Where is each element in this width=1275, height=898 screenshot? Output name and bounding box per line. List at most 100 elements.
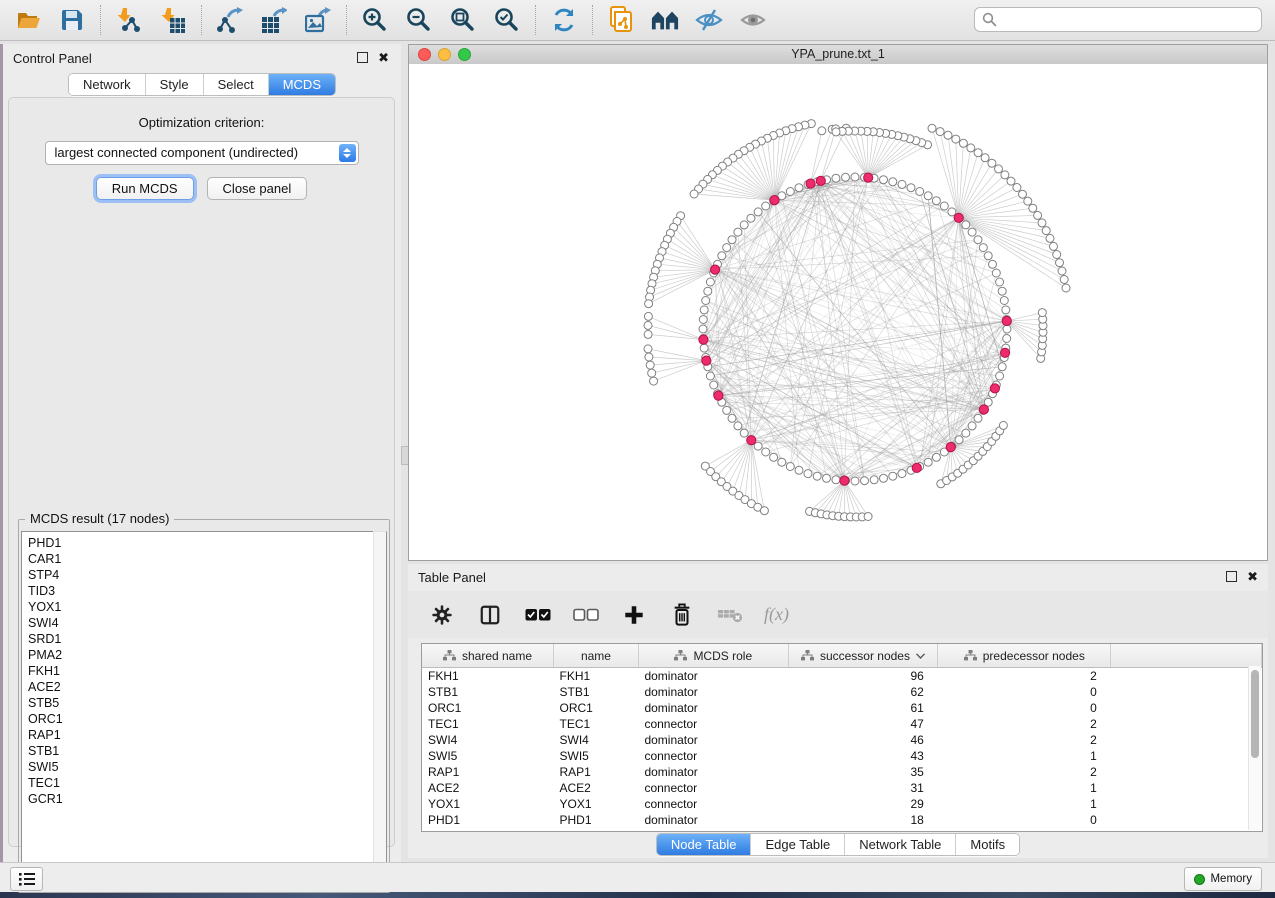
deselect-all-icon[interactable] xyxy=(572,601,600,629)
mcds-result-item[interactable]: STB1 xyxy=(22,743,386,759)
window-maximize-icon[interactable] xyxy=(458,48,471,61)
tab-network[interactable]: Network xyxy=(69,74,145,95)
first-neighbors-icon[interactable] xyxy=(651,6,679,34)
share-network-icon[interactable] xyxy=(607,6,635,34)
column-header-MCDS-role[interactable]: MCDS role xyxy=(638,644,788,668)
float-panel-icon[interactable] xyxy=(357,52,368,63)
mcds-list-scrollbar[interactable] xyxy=(373,531,387,890)
network-view-window: YPA_prune.txt_1 xyxy=(408,44,1268,561)
table-row[interactable]: RAP1RAP1dominator352 xyxy=(422,764,1262,780)
open-file-icon[interactable] xyxy=(14,6,42,34)
table-cell: YOX1 xyxy=(553,796,638,812)
mcds-result-list[interactable]: PHD1CAR1STP4TID3YOX1SWI4SRD1PMA2FKH1ACE2… xyxy=(21,531,387,890)
tab-motifs[interactable]: Motifs xyxy=(955,834,1019,855)
table-row[interactable]: TEC1TEC1connector472 xyxy=(422,716,1262,732)
mcds-result-item[interactable]: RAP1 xyxy=(22,727,386,743)
mcds-result-item[interactable]: STP4 xyxy=(22,567,386,583)
table-settings-gear-icon[interactable] xyxy=(428,601,456,629)
control-panel-tabs: NetworkStyleSelectMCDS xyxy=(68,73,336,96)
close-panel-icon[interactable]: ✖ xyxy=(378,52,389,63)
close-panel-icon[interactable]: ✖ xyxy=(1247,571,1258,582)
table-row[interactable]: ACE2ACE2connector311 xyxy=(422,780,1262,796)
mcds-result-item[interactable]: FKH1 xyxy=(22,663,386,679)
criterion-select[interactable]: largest connected component (undirected) xyxy=(45,141,359,165)
table-cell: SWI5 xyxy=(422,748,553,764)
run-mcds-button[interactable]: Run MCDS xyxy=(96,177,194,200)
float-panel-icon[interactable] xyxy=(1226,571,1237,582)
export-image-icon[interactable] xyxy=(304,6,332,34)
window-close-icon[interactable] xyxy=(418,48,431,61)
tab-node-table[interactable]: Node Table xyxy=(657,834,751,855)
window-minimize-icon[interactable] xyxy=(438,48,451,61)
tab-select[interactable]: Select xyxy=(203,74,268,95)
table-row[interactable]: SWI4SWI4dominator462 xyxy=(422,732,1262,748)
hide-graphics-details-icon[interactable] xyxy=(695,6,723,34)
zoom-in-icon[interactable] xyxy=(361,6,389,34)
search-input[interactable] xyxy=(1002,11,1261,28)
mcds-result-item[interactable]: SRD1 xyxy=(22,631,386,647)
tab-network-table[interactable]: Network Table xyxy=(844,834,955,855)
add-column-icon[interactable] xyxy=(620,601,648,629)
mcds-result-item[interactable]: ACE2 xyxy=(22,679,386,695)
show-graphics-details-icon[interactable] xyxy=(739,6,767,34)
close-panel-button[interactable]: Close panel xyxy=(207,177,308,200)
zoom-selected-icon[interactable] xyxy=(493,6,521,34)
mcds-result-item[interactable]: STB5 xyxy=(22,695,386,711)
table-row[interactable]: YOX1YOX1connector291 xyxy=(422,796,1262,812)
table-cell: STB1 xyxy=(553,684,638,700)
mcds-result-item[interactable]: SWI4 xyxy=(22,615,386,631)
mcds-result-item[interactable]: TEC1 xyxy=(22,775,386,791)
table-scrollbar[interactable] xyxy=(1248,666,1261,830)
table-cell: 18 xyxy=(788,812,938,828)
table-cell: ORC1 xyxy=(553,700,638,716)
table-row[interactable]: ORC1ORC1dominator610 xyxy=(422,700,1262,716)
table-row[interactable]: SWI5SWI5connector431 xyxy=(422,748,1262,764)
column-header-shared-name[interactable]: shared name xyxy=(422,644,553,668)
mcds-result-item[interactable]: PMA2 xyxy=(22,647,386,663)
log-console-button[interactable] xyxy=(10,867,43,891)
tab-edge-table[interactable]: Edge Table xyxy=(750,834,844,855)
export-table-icon[interactable] xyxy=(260,6,288,34)
mcds-result-item[interactable]: TID3 xyxy=(22,583,386,599)
mcds-result-item[interactable]: SWI5 xyxy=(22,759,386,775)
table-toolbar: f(x) xyxy=(408,591,1268,638)
mcds-result-item[interactable]: YOX1 xyxy=(22,599,386,615)
column-header-empty xyxy=(1111,644,1262,668)
column-header-predecessor-nodes[interactable]: predecessor nodes xyxy=(938,644,1111,668)
network-window-titlebar[interactable]: YPA_prune.txt_1 xyxy=(409,45,1267,65)
table-cell: 0 xyxy=(938,684,1111,700)
mcds-result-item[interactable]: PHD1 xyxy=(22,535,386,551)
column-header-name[interactable]: name xyxy=(553,644,638,668)
tab-mcds[interactable]: MCDS xyxy=(268,74,335,95)
column-header-successor-nodes[interactable]: successor nodes xyxy=(788,644,938,668)
table-cell: PHD1 xyxy=(553,812,638,828)
node-table[interactable]: shared namenameMCDS rolesuccessor nodesp… xyxy=(421,643,1263,832)
delete-column-trash-icon[interactable] xyxy=(668,601,696,629)
zoom-out-icon[interactable] xyxy=(405,6,433,34)
search-box[interactable] xyxy=(974,7,1262,32)
export-network-icon[interactable] xyxy=(216,6,244,34)
network-canvas[interactable] xyxy=(409,64,1267,560)
function-builder-icon: f(x) xyxy=(764,604,789,625)
memory-button[interactable]: Memory xyxy=(1184,867,1262,891)
table-cell: dominator xyxy=(638,684,788,700)
select-all-icon[interactable] xyxy=(524,601,552,629)
show-columns-icon[interactable] xyxy=(476,601,504,629)
table-cell: dominator xyxy=(638,668,788,685)
mcds-result-item[interactable]: CAR1 xyxy=(22,551,386,567)
table-scrollbar-thumb[interactable] xyxy=(1251,670,1259,758)
mcds-result-item[interactable]: GCR1 xyxy=(22,791,386,807)
table-row[interactable]: PHD1PHD1dominator180 xyxy=(422,812,1262,828)
table-cell: FKH1 xyxy=(553,668,638,685)
save-icon[interactable] xyxy=(58,6,86,34)
zoom-fit-icon[interactable] xyxy=(449,6,477,34)
import-network-icon[interactable] xyxy=(115,6,143,34)
apply-layout-icon[interactable] xyxy=(550,6,578,34)
mcds-result-item[interactable]: ORC1 xyxy=(22,711,386,727)
tab-style[interactable]: Style xyxy=(145,74,203,95)
sort-desc-icon xyxy=(916,653,925,659)
table-row[interactable]: FKH1FKH1dominator962 xyxy=(422,668,1262,685)
table-row[interactable]: STB1STB1dominator620 xyxy=(422,684,1262,700)
table-cell: 47 xyxy=(788,716,938,732)
import-table-icon[interactable] xyxy=(159,6,187,34)
